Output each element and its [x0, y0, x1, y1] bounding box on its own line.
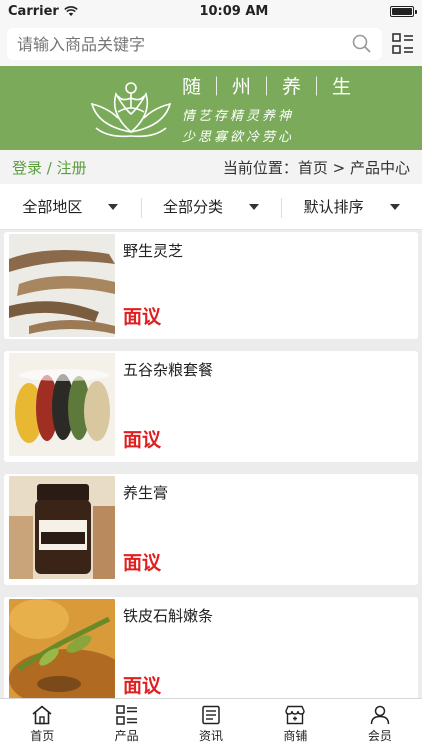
- lotus-meditation-logo: [90, 81, 172, 137]
- breadcrumb: 当前位置：首页 > 产品中心: [222, 158, 410, 177]
- filter-bar: 全部地区 全部分类 默认排序: [0, 184, 422, 230]
- bottom-tab-bar: 首页 产品 资讯 商铺 会员: [0, 698, 422, 750]
- banner-subtitle-1: 情艺存精灵养神: [182, 109, 295, 124]
- tab-member[interactable]: 会员: [338, 699, 422, 750]
- tab-stores-label: 商铺: [283, 729, 308, 743]
- caret-down-icon: [389, 203, 400, 210]
- product-card[interactable]: 铁皮石斛嫩条 面议: [4, 597, 418, 708]
- search-box[interactable]: [7, 28, 382, 60]
- banner-title: 随｜州｜养｜生: [182, 76, 358, 98]
- product-title[interactable]: 五谷杂粮套餐: [123, 359, 405, 380]
- news-icon: [202, 705, 220, 725]
- carrier-label: Carrier: [8, 3, 59, 19]
- product-card[interactable]: 养生膏 面议: [4, 474, 418, 585]
- product-price: 面议: [123, 429, 162, 451]
- search-row: [0, 22, 422, 66]
- battery-icon: [389, 5, 417, 17]
- tab-home-label: 首页: [30, 729, 55, 743]
- tab-news[interactable]: 资讯: [169, 699, 253, 750]
- user-icon: [370, 705, 390, 725]
- grid-list-icon: [115, 705, 137, 725]
- product-price: 面议: [123, 306, 162, 328]
- brand-banner: 随｜州｜养｜生 情艺存精灵养神 少思寡欲冷劳心: [0, 66, 422, 150]
- filter-category[interactable]: 全部分类: [140, 196, 282, 218]
- tab-home[interactable]: 首页: [0, 699, 84, 750]
- home-icon: [32, 705, 52, 725]
- tab-products-label: 产品: [114, 729, 139, 743]
- tab-stores[interactable]: 商铺: [253, 699, 337, 750]
- product-price: 面议: [123, 552, 162, 574]
- product-card[interactable]: 野生灵芝 面议: [4, 232, 418, 339]
- wifi-icon: [64, 5, 78, 16]
- login-register-link[interactable]: 登录 / 注册: [12, 157, 87, 178]
- tab-news-label: 资讯: [199, 729, 224, 743]
- clock: 10:09 AM: [199, 3, 269, 19]
- tab-member-label: 会员: [367, 729, 392, 743]
- product-image-dendrobium[interactable]: [9, 599, 115, 702]
- store-icon: [285, 705, 306, 725]
- category-menu-icon[interactable]: [392, 33, 414, 55]
- product-title[interactable]: 养生膏: [123, 482, 405, 503]
- breadcrumb-row: 登录 / 注册 当前位置：首页 > 产品中心: [0, 150, 422, 184]
- search-icon[interactable]: [352, 34, 372, 54]
- filter-region[interactable]: 全部地区: [0, 196, 141, 217]
- filter-region-label: 全部地区: [22, 198, 83, 216]
- caret-down-icon: [249, 203, 260, 210]
- product-title[interactable]: 铁皮石斛嫩条: [123, 605, 405, 626]
- product-image-grains[interactable]: [9, 353, 115, 456]
- search-input[interactable]: [17, 34, 317, 54]
- filter-category-label: 全部分类: [163, 198, 224, 216]
- status-bar: Carrier 10:09 AM: [0, 0, 422, 22]
- product-title[interactable]: 野生灵芝: [123, 240, 405, 261]
- product-image-paste-jar[interactable]: [9, 476, 115, 579]
- banner-subtitle-2: 少思寡欲冷劳心: [182, 130, 295, 145]
- caret-down-icon: [108, 203, 119, 210]
- tab-products[interactable]: 产品: [84, 699, 168, 750]
- filter-sort-label: 默认排序: [303, 198, 364, 216]
- product-card[interactable]: 五谷杂粮套餐 面议: [4, 351, 418, 462]
- product-list: 野生灵芝 面议 五谷杂粮套餐 面议 养生膏 面议 铁皮石斛嫩条 面议: [0, 232, 422, 708]
- product-price: 面议: [123, 675, 162, 697]
- filter-sort[interactable]: 默认排序: [281, 196, 422, 218]
- product-image-lingzhi[interactable]: [9, 234, 115, 337]
